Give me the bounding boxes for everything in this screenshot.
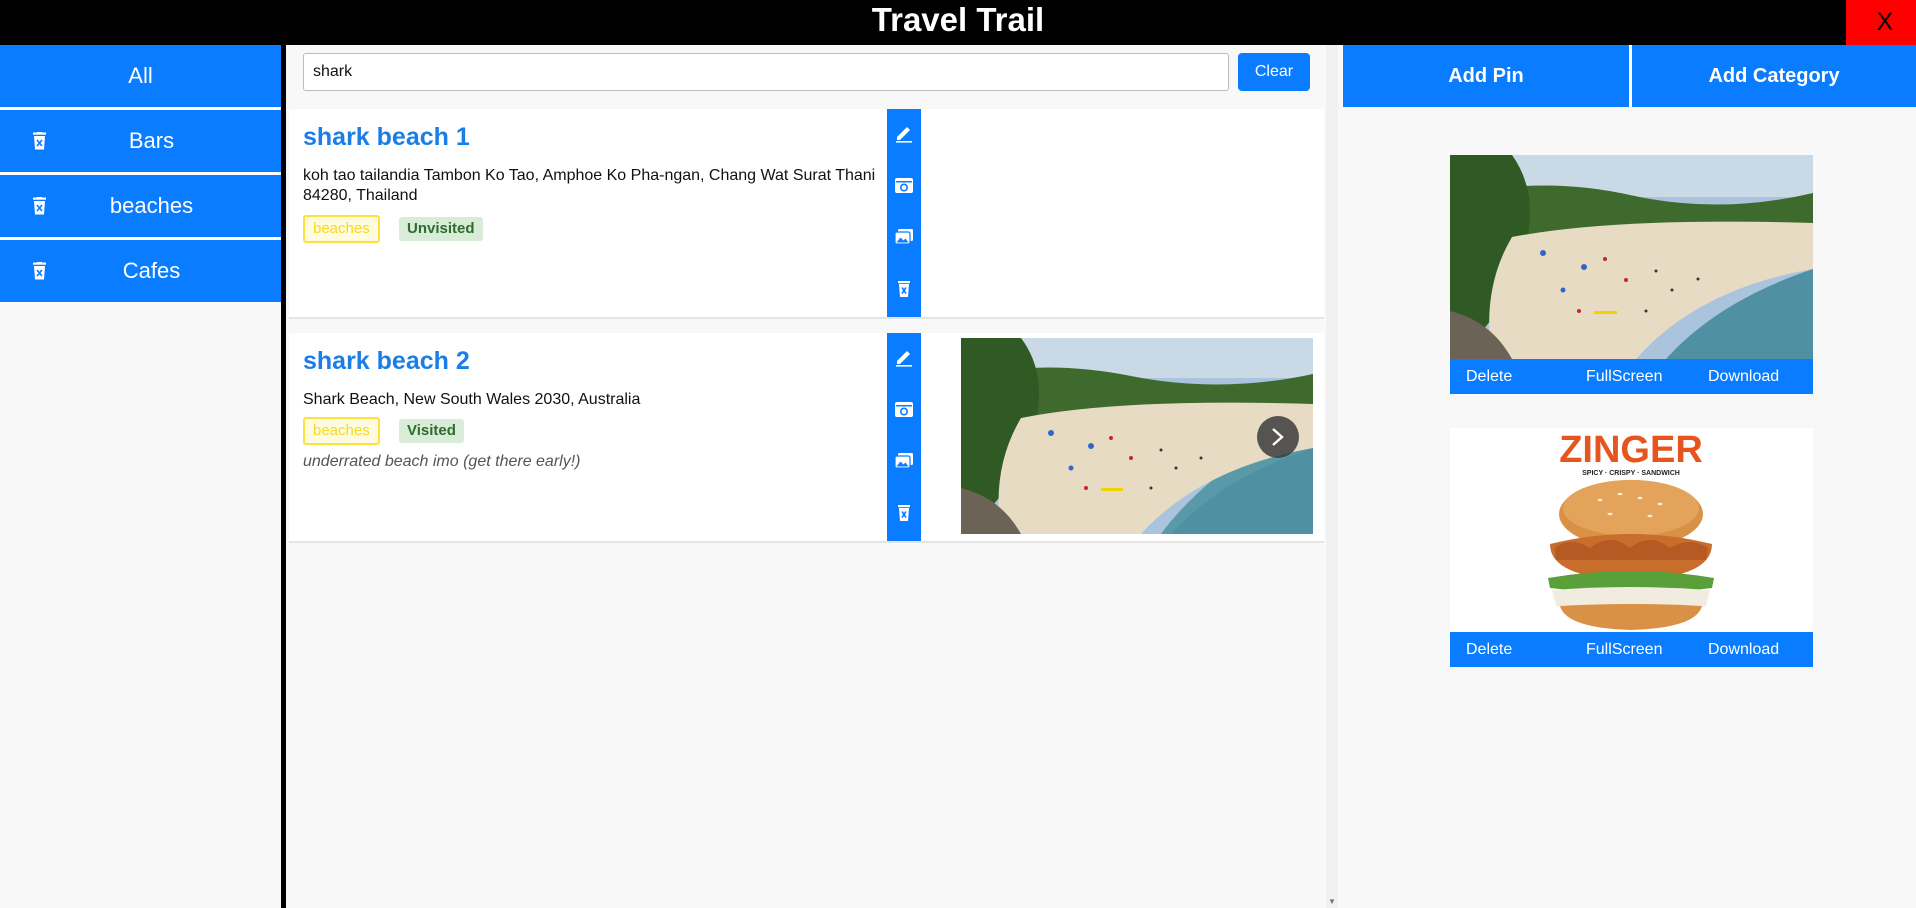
gallery-item: Delete FullScreen Download [1450,155,1813,394]
brand-subtext: SPICY · CRISPY · SANDWICH [1582,470,1680,477]
camera-button[interactable] [887,389,921,429]
sidebar-item-cafes[interactable]: Cafes [0,240,281,302]
status-tag[interactable]: Unvisited [399,217,483,241]
sidebar-item-beaches[interactable]: beaches [0,175,281,237]
edit-pin-button[interactable] [887,337,921,377]
delete-pin-button[interactable] [887,269,921,309]
gallery-item: ZINGER SPICY · CRISPY · SANDWICH Delete … [1450,428,1813,667]
zinger-burger-photo: ZINGER SPICY · CRISPY · SANDWICH [1450,428,1813,632]
sidebar-item-bars[interactable]: Bars [0,110,281,172]
camera-icon [895,402,913,417]
download-button[interactable]: Download [1708,359,1779,394]
sidebar-item-label: beaches [109,193,194,218]
gallery-image[interactable] [1450,155,1813,359]
edit-pin-button[interactable] [887,113,921,153]
pin-address-line: koh tao tailandia Tambon Ko Tao, Amphoe … [303,167,876,184]
pin-title[interactable]: shark beach 2 [303,347,470,376]
clear-button[interactable]: Clear [1238,53,1310,91]
pin-title[interactable]: shark beach 1 [303,123,470,152]
right-panel: Add Pin Add Category Delete FullScreen D… [1343,45,1916,908]
gallery-actions: Delete FullScreen Download [1450,632,1813,667]
gallery-actions: Delete FullScreen Download [1450,359,1813,394]
pin-photo[interactable] [961,338,1313,534]
category-tag[interactable]: beaches [303,417,380,445]
trash-icon [898,505,910,521]
app-header: Travel Trail X [0,0,1916,45]
download-button[interactable]: Download [1708,632,1779,667]
scroll-down-icon[interactable]: ▼ [1328,898,1336,906]
trash-icon [898,281,910,297]
pencil-icon [896,351,912,367]
pin-note: underrated beach imo (get there early!) [303,453,581,470]
sidebar-item-label: Bars [128,128,175,153]
delete-pin-button[interactable] [887,493,921,533]
sidebar-item-label: All [128,63,153,88]
pin-address-line: 84280, Thailand [303,187,418,204]
close-button[interactable]: X [1846,0,1916,45]
delete-image-button[interactable]: Delete [1466,632,1512,667]
pin-card: shark beach 2 Shark Beach, New South Wal… [289,333,1324,543]
search-input[interactable] [303,53,1229,91]
pin-card: shark beach 1 koh tao tailandia Tambon K… [289,109,1324,319]
camera-icon [895,178,913,193]
gallery-image[interactable]: ZINGER SPICY · CRISPY · SANDWICH [1450,428,1813,632]
camera-button[interactable] [887,165,921,205]
add-category-button[interactable]: Add Category [1632,45,1916,107]
list-scrollbar[interactable]: ▼ [1326,45,1338,908]
pin-address: Shark Beach, New South Wales 2030, Austr… [303,390,883,410]
gallery-icon [894,229,913,245]
gallery-button[interactable] [887,441,921,481]
pin-action-strip [887,109,921,317]
delete-image-button[interactable]: Delete [1466,359,1512,394]
category-tag[interactable]: beaches [303,215,380,243]
sidebar-item-all[interactable]: All [0,45,281,107]
pin-action-strip [887,333,921,541]
chevron-right-icon [1272,428,1284,446]
category-sidebar: All Bars beaches Cafes [0,45,283,908]
gallery-button[interactable] [887,217,921,257]
pin-address-line: Shark Beach, New South Wales 2030, Austr… [303,391,641,408]
app-title: Travel Trail [871,1,1045,38]
pencil-icon [896,127,912,143]
gallery-icon [894,453,913,469]
pin-address: koh tao tailandia Tambon Ko Tao, Amphoe … [303,166,883,206]
beach-photo [1450,155,1813,359]
status-tag[interactable]: Visited [399,419,464,443]
brand-text: ZINGER [1559,429,1703,471]
fullscreen-button[interactable]: FullScreen [1586,632,1662,667]
fullscreen-button[interactable]: FullScreen [1586,359,1662,394]
next-photo-button[interactable] [1257,416,1299,458]
pin-list-panel: Clear shark beach 1 koh tao tailandia Ta… [286,45,1338,908]
add-pin-button[interactable]: Add Pin [1343,45,1629,107]
sidebar-item-label: Cafes [122,258,181,283]
